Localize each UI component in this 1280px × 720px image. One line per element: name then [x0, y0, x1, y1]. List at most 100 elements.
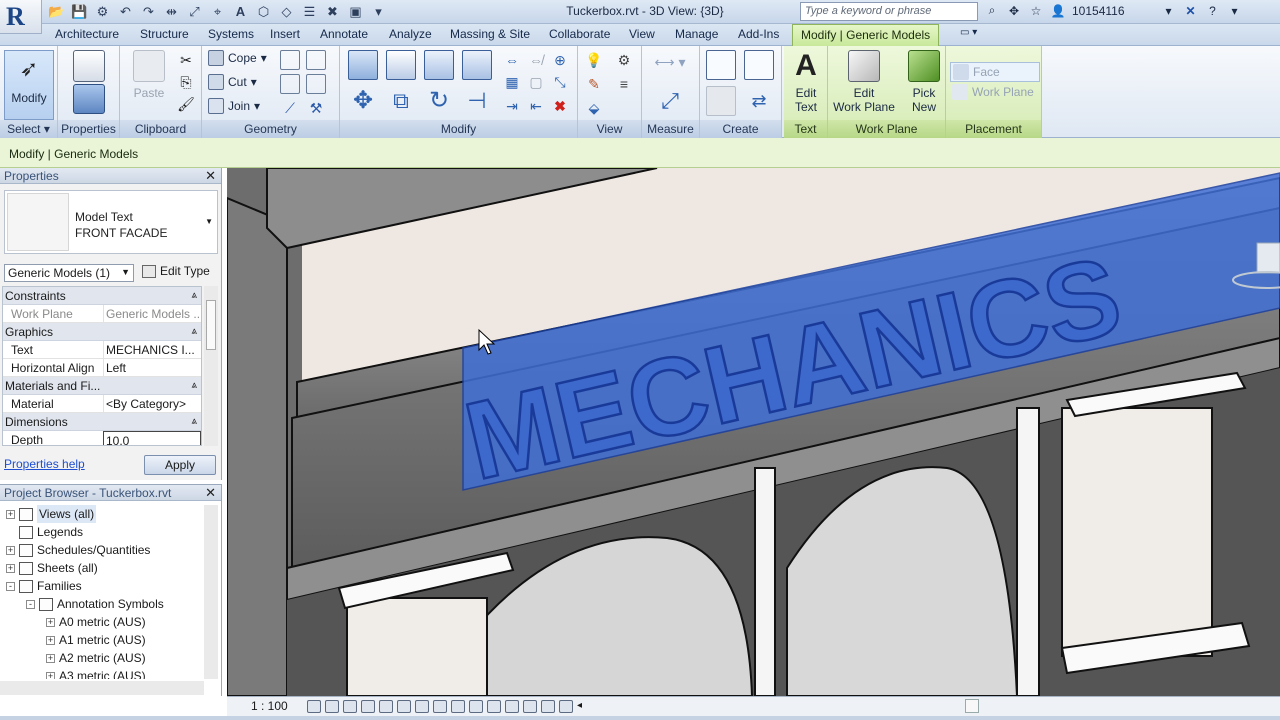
- trim-extend-icon[interactable]: ⊣: [462, 86, 492, 116]
- open-icon[interactable]: 📂: [48, 4, 65, 20]
- tab-collaborate[interactable]: Collaborate: [549, 27, 610, 41]
- mirror-draw-icon[interactable]: [462, 50, 492, 80]
- analytical-model-icon[interactable]: [487, 700, 501, 713]
- save-icon[interactable]: 💾: [71, 4, 88, 20]
- edit-work-plane-button[interactable]: Edit Work Plane: [830, 50, 898, 114]
- similar-icon[interactable]: ⇄: [744, 86, 774, 116]
- expand-toggle-icon[interactable]: -: [6, 581, 15, 591]
- text-icon[interactable]: A: [232, 4, 249, 20]
- expand-toggle-icon[interactable]: +: [6, 563, 15, 573]
- search-input[interactable]: Type a keyword or phrase: [800, 2, 978, 21]
- create-parts-icon[interactable]: [744, 50, 774, 80]
- browser-item[interactable]: + A0 metric (AUS): [0, 613, 204, 631]
- dimension-icon[interactable]: ⤢: [186, 4, 203, 20]
- group-graphics[interactable]: Graphics ⩓: [3, 323, 201, 341]
- paint-icon[interactable]: [280, 74, 300, 94]
- offset-icon[interactable]: [386, 50, 416, 80]
- tag-icon[interactable]: ⌖: [209, 4, 226, 20]
- match-properties-icon[interactable]: 🖌: [176, 94, 196, 114]
- trim-single-icon[interactable]: ⇤: [526, 96, 546, 116]
- qat-dropdown-icon[interactable]: ▾: [370, 4, 387, 20]
- create-group-icon[interactable]: [706, 86, 736, 116]
- group-materials[interactable]: Materials and Fi... ⩓: [3, 377, 201, 395]
- type-properties-button[interactable]: [70, 84, 108, 118]
- properties-help-link[interactable]: Properties help: [4, 457, 85, 471]
- tab-view[interactable]: View: [629, 27, 655, 41]
- browser-item[interactable]: + A1 metric (AUS): [0, 631, 204, 649]
- username[interactable]: 10154116: [1072, 4, 1125, 18]
- property-row[interactable]: Text MECHANICS I...: [3, 341, 201, 359]
- browser-item[interactable]: + Views (all): [0, 505, 204, 523]
- tab-structure[interactable]: Structure: [140, 27, 189, 41]
- shadows-icon[interactable]: [361, 700, 375, 713]
- help-icon[interactable]: ?: [1205, 4, 1221, 18]
- split-gap-icon[interactable]: ⇎: [526, 50, 546, 70]
- 3d-viewport[interactable]: MECHANICS: [227, 168, 1280, 696]
- view-style-icon[interactable]: ≡: [614, 74, 634, 94]
- group-dimensions[interactable]: Dimensions ⩓: [3, 413, 201, 431]
- close-icon[interactable]: ✕: [205, 168, 216, 184]
- help-dropdown-icon[interactable]: ▾: [1227, 4, 1243, 18]
- sync-icon[interactable]: ⚙: [94, 4, 111, 20]
- browser-item[interactable]: + A3 metric (AUS): [0, 667, 204, 679]
- face-button[interactable]: Face: [950, 62, 1040, 82]
- browser-hscrollbar[interactable]: [0, 681, 204, 695]
- expand-toggle-icon[interactable]: +: [46, 653, 55, 663]
- copy-to-clipboard-icon[interactable]: ⎘: [176, 72, 196, 92]
- browser-item[interactable]: - Families: [0, 577, 204, 595]
- binoculars-icon[interactable]: ⌕: [984, 3, 1000, 18]
- array-icon[interactable]: ▦: [502, 72, 522, 92]
- application-menu-button[interactable]: R: [0, 0, 42, 34]
- property-row[interactable]: Horizontal Align Left: [3, 359, 201, 377]
- hammer-icon[interactable]: ⚒: [306, 98, 326, 118]
- align-icon[interactable]: [348, 50, 378, 80]
- tab-massing-site[interactable]: Massing & Site: [450, 27, 530, 41]
- measure-icon[interactable]: ⇹: [163, 4, 180, 20]
- property-row[interactable]: Work Plane Generic Models ...: [3, 305, 201, 323]
- tab-analyze[interactable]: Analyze: [389, 27, 432, 41]
- expand-toggle-icon[interactable]: +: [46, 635, 55, 645]
- switch-windows-icon[interactable]: ▣: [347, 4, 364, 20]
- linework-icon[interactable]: ✎: [584, 74, 604, 94]
- align-geometry-icon[interactable]: ⟋: [280, 98, 300, 118]
- section-icon[interactable]: ◇: [278, 4, 295, 20]
- close-icon[interactable]: ✕: [205, 485, 216, 501]
- close-hidden-icon[interactable]: ✖: [324, 4, 341, 20]
- user-icon[interactable]: 👤: [1050, 4, 1066, 18]
- depth-input[interactable]: 10.0: [103, 431, 201, 445]
- expand-toggle-icon[interactable]: +: [6, 509, 15, 519]
- demolish-icon[interactable]: [306, 74, 326, 94]
- wall-joins-icon[interactable]: [306, 50, 326, 70]
- split-face-icon[interactable]: [280, 50, 300, 70]
- show-crop-icon[interactable]: [415, 700, 429, 713]
- measure-between-icon[interactable]: ⟷ ▾: [650, 52, 690, 72]
- aligned-dimension-icon[interactable]: ⤢: [650, 86, 690, 116]
- exchange-icon[interactable]: ✕: [1183, 4, 1199, 18]
- favorites-icon[interactable]: ☆: [1028, 4, 1044, 18]
- apply-button[interactable]: Apply: [144, 455, 216, 475]
- visual-style-icon[interactable]: [325, 700, 339, 713]
- browser-item[interactable]: + A2 metric (AUS): [0, 649, 204, 667]
- trim-multiple-icon[interactable]: ⇥: [502, 96, 522, 116]
- copy-icon[interactable]: ⧉: [386, 86, 416, 116]
- properties-scrollbar[interactable]: [204, 286, 218, 446]
- mirror-axis-icon[interactable]: [424, 50, 454, 80]
- lock-3d-view-icon[interactable]: [433, 700, 447, 713]
- move-icon[interactable]: ✥: [348, 86, 378, 116]
- sun-path-icon[interactable]: [343, 700, 357, 713]
- horizontal-scroll-thumb[interactable]: [965, 699, 979, 713]
- scroll-left-icon[interactable]: ◂: [577, 700, 591, 713]
- temporary-view-properties-icon[interactable]: [523, 700, 537, 713]
- delete-icon[interactable]: ✖: [550, 96, 570, 116]
- edit-text-button[interactable]: A Edit Text: [786, 50, 826, 115]
- group-constraints[interactable]: Constraints ⩓: [3, 287, 201, 305]
- properties-button[interactable]: [70, 50, 108, 86]
- subscription-icon[interactable]: ✥: [1006, 4, 1022, 18]
- scroll-thumb[interactable]: [206, 300, 216, 350]
- tab-add-ins[interactable]: Add-Ins: [738, 27, 779, 41]
- hide-bulb-icon[interactable]: 💡: [584, 50, 604, 70]
- temporary-hide-icon[interactable]: [451, 700, 465, 713]
- join-button[interactable]: Join ▾: [208, 98, 260, 114]
- property-row[interactable]: Depth 10.0: [3, 431, 201, 445]
- rotate-icon[interactable]: ↻: [424, 86, 454, 116]
